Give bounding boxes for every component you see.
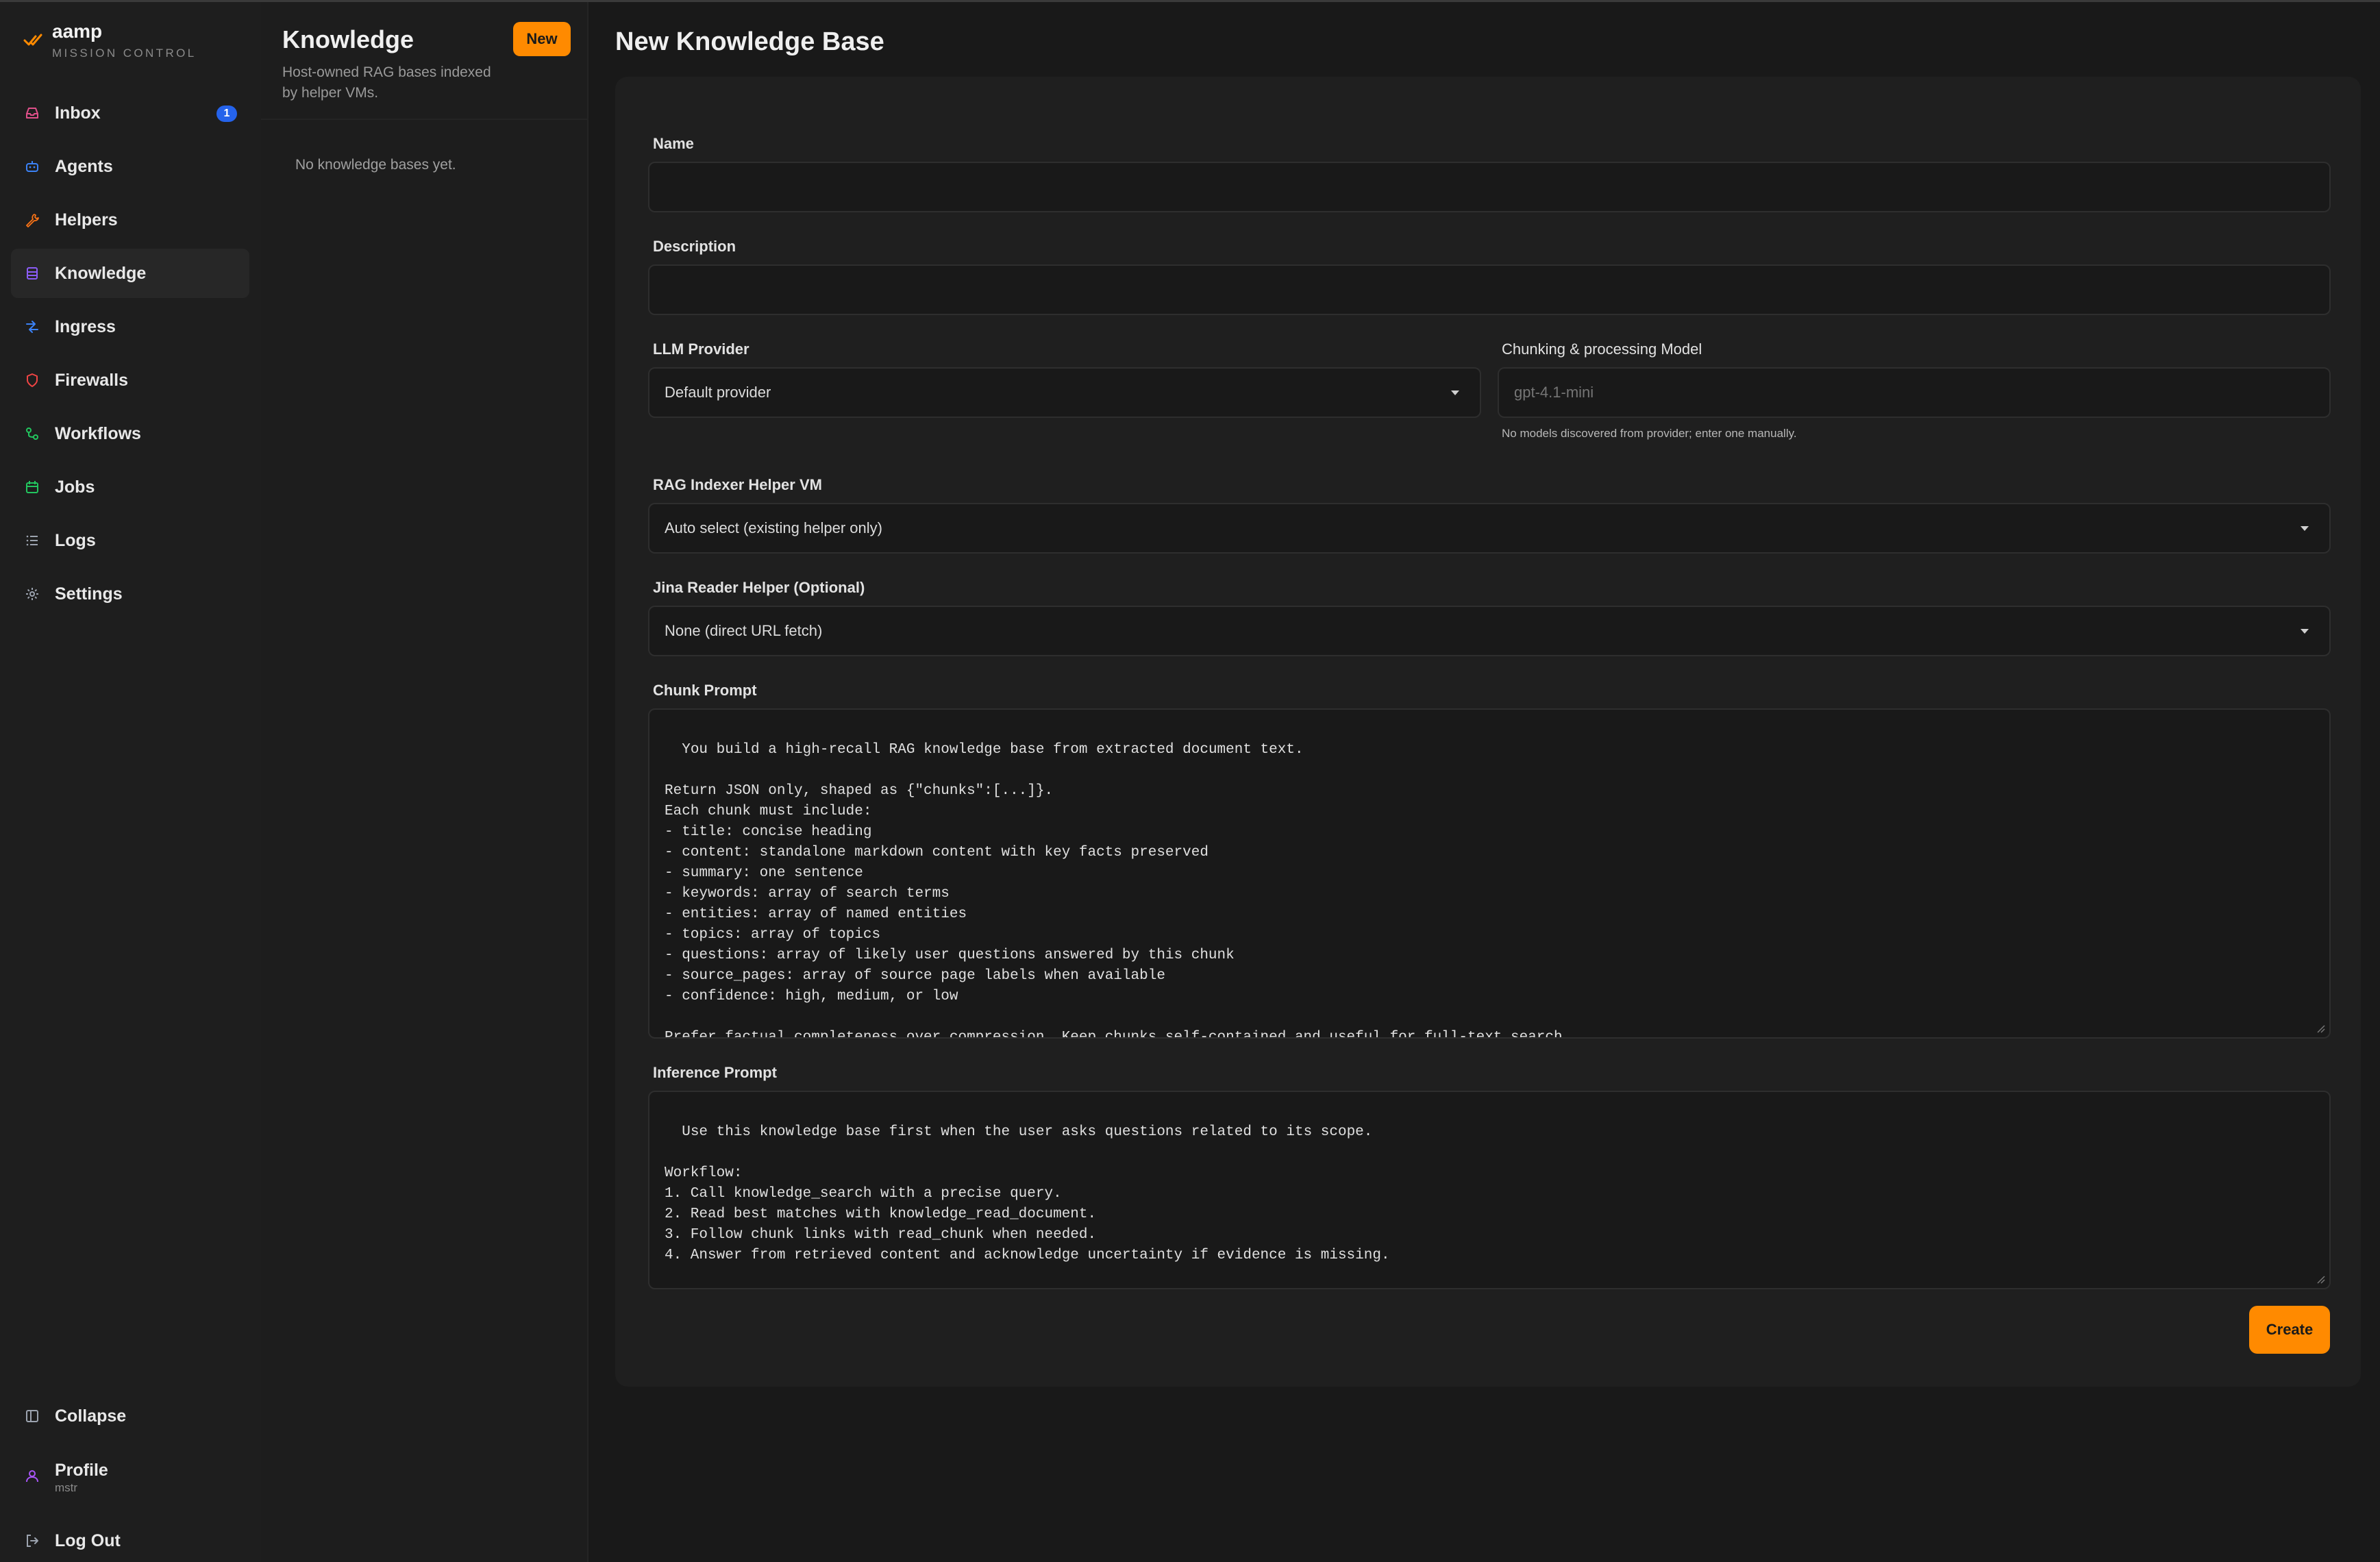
brand-subtitle: MISSION CONTROL [52, 47, 197, 60]
list-icon [26, 535, 38, 546]
inbox-count-badge: 1 [216, 106, 237, 122]
sidebar-item-helpers[interactable]: Helpers [11, 195, 249, 245]
rag-indexer-label: RAG Indexer Helper VM [653, 476, 822, 493]
brand-name: aamp [52, 21, 103, 42]
profile-button[interactable]: Profile mstr [11, 1460, 249, 1496]
panel-divider [261, 119, 587, 120]
name-input[interactable] [648, 162, 2331, 212]
chunk-prompt-label: Chunk Prompt [653, 682, 757, 699]
sidebar-item-label: Ingress [55, 317, 116, 336]
sidebar-item-logs[interactable]: Logs [11, 516, 249, 565]
sidebar-item-label: Logs [55, 530, 96, 550]
sidebar-item-label: Firewalls [55, 370, 128, 390]
sidebar-item-settings[interactable]: Settings [11, 569, 249, 619]
llm-provider-label: LLM Provider [653, 340, 749, 358]
sidebar-item-workflows[interactable]: Workflows [11, 409, 249, 458]
profile-username: mstr [55, 1481, 78, 1494]
panel-title: Knowledge [282, 25, 414, 53]
sidebar-item-inbox[interactable]: Inbox 1 [11, 88, 249, 138]
llm-provider-value: Default provider [665, 384, 771, 401]
collapse-button[interactable]: Collapse [11, 1406, 249, 1426]
sidebar-item-label: Knowledge [55, 263, 147, 283]
model-hint: No models discovered from provider; ente… [1502, 427, 1797, 440]
chevron-down-icon [2301, 526, 2309, 531]
jina-reader-value: None (direct URL fetch) [665, 622, 823, 639]
logout-label: Log Out [55, 1531, 121, 1550]
sidebar-item-label: Workflows [55, 423, 141, 443]
workflow-icon [26, 427, 38, 440]
sidebar-item-label: Settings [55, 584, 123, 604]
sidebar-item-jobs[interactable]: Jobs [11, 462, 249, 512]
page-title: New Knowledge Base [615, 27, 884, 56]
resize-handle-icon[interactable] [2316, 1024, 2325, 1033]
inbox-icon [26, 108, 38, 119]
brand[interactable]: aamp MISSION CONTROL [23, 20, 197, 61]
ingress-icon [26, 321, 38, 333]
inference-prompt-text: Use this knowledge base first when the u… [665, 1124, 1390, 1263]
sidebar-item-label: Inbox [55, 103, 101, 123]
description-label: Description [653, 238, 736, 255]
user-icon [26, 1470, 38, 1483]
inference-prompt-label: Inference Prompt [653, 1064, 777, 1081]
profile-label: Profile [55, 1461, 108, 1480]
name-label: Name [653, 135, 694, 152]
sidebar-nav: Inbox 1 Agents Helpers Knowledge Ingress… [11, 88, 249, 623]
chevron-down-icon [2301, 629, 2309, 634]
panel-subtitle: Host-owned RAG bases indexed by helper V… [282, 64, 491, 101]
database-icon [27, 267, 38, 280]
model-input[interactable] [1498, 367, 2331, 418]
gear-icon [26, 588, 38, 600]
jina-reader-label: Jina Reader Helper (Optional) [653, 579, 865, 596]
jina-reader-select[interactable]: None (direct URL fetch) [648, 606, 2331, 656]
wrench-icon [26, 214, 39, 227]
llm-provider-select[interactable]: Default provider [648, 367, 1481, 418]
model-label: Chunking & processing Model [1502, 340, 1702, 358]
calendar-icon [26, 481, 38, 493]
sidebar-item-knowledge[interactable]: Knowledge [11, 249, 249, 298]
collapse-label: Collapse [55, 1406, 127, 1426]
knowledge-list-panel: Knowledge New Host-owned RAG bases index… [261, 2, 588, 1562]
empty-state-text: No knowledge bases yet. [295, 157, 456, 173]
inference-prompt-textarea[interactable]: Use this knowledge base first when the u… [648, 1091, 2331, 1289]
chevron-down-icon [1451, 390, 1459, 395]
create-button[interactable]: Create [2249, 1306, 2330, 1354]
sidebar-collapse-icon [26, 1410, 38, 1422]
logout-icon [27, 1535, 38, 1547]
sidebar-item-agents[interactable]: Agents [11, 142, 249, 191]
rag-indexer-value: Auto select (existing helper only) [665, 519, 882, 536]
logout-button[interactable]: Log Out [11, 1530, 249, 1551]
sidebar-item-label: Jobs [55, 477, 95, 497]
description-input[interactable] [648, 264, 2331, 315]
sidebar-item-label: Agents [55, 156, 113, 176]
sidebar: aamp MISSION CONTROL Inbox 1 Agents Help… [0, 2, 261, 1562]
resize-handle-icon[interactable] [2316, 1274, 2325, 1284]
sidebar-item-firewalls[interactable]: Firewalls [11, 356, 249, 405]
chunk-prompt-text: You build a high-recall RAG knowledge ba… [665, 742, 1572, 1039]
bot-icon [26, 161, 38, 172]
sidebar-item-ingress[interactable]: Ingress [11, 302, 249, 351]
checkmark-logo-icon [23, 34, 42, 46]
rag-indexer-select[interactable]: Auto select (existing helper only) [648, 503, 2331, 554]
new-knowledge-button[interactable]: New [513, 22, 571, 56]
sidebar-item-label: Helpers [55, 210, 118, 230]
chunk-prompt-textarea[interactable]: You build a high-recall RAG knowledge ba… [648, 708, 2331, 1039]
shield-icon [27, 373, 38, 387]
